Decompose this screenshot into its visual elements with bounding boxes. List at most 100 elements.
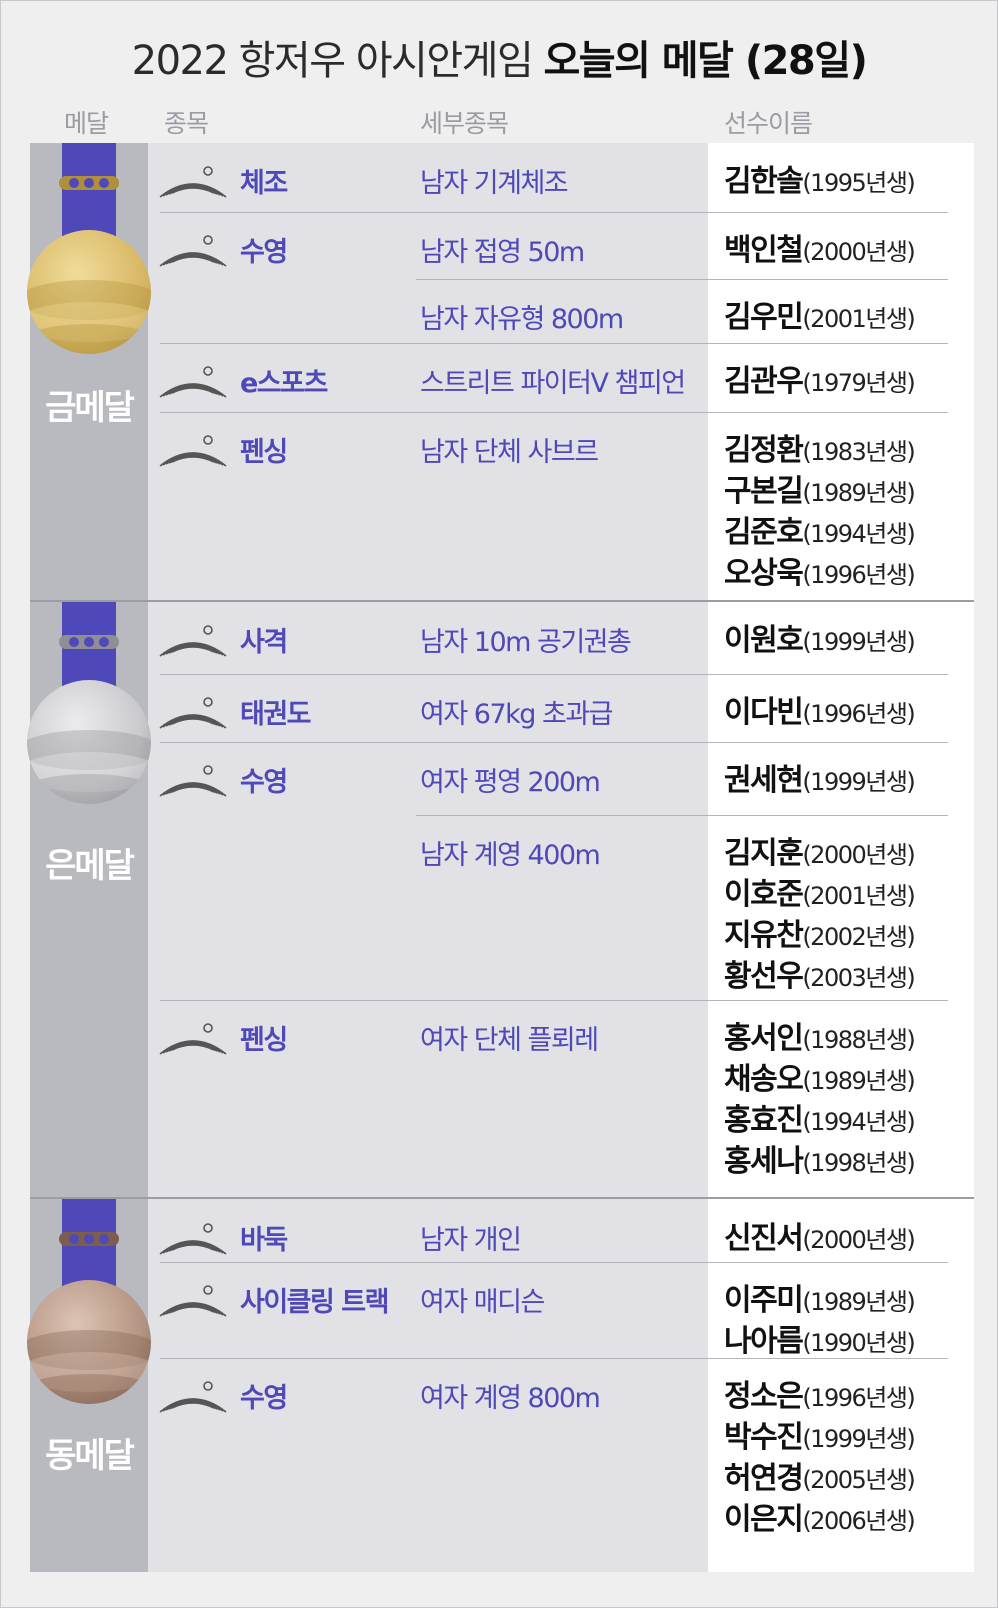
athlete-entry: 지유찬(2002년생) [724,910,916,954]
row-divider [160,674,948,675]
header-sport: 종목 [164,109,209,138]
athlete-entry: 정소은(1996년생) [724,1371,916,1415]
sport-label: 수영 [240,237,288,268]
medal-label-bronze: 동메달 [45,1436,135,1476]
athlete-birth-year: (2005년생) [802,1466,915,1494]
header-medal: 메달 [64,109,109,138]
sport-label: 사이클링 트랙 [240,1287,389,1318]
athlete-birth-year: (1979년생) [802,369,915,397]
event-label: 남자 접영 50m [420,237,585,268]
event-label: 여자 계영 800m [420,1383,601,1414]
athlete-birth-year: (1994년생) [802,520,915,548]
sport-label: 펜싱 [240,1025,288,1056]
event-label: 남자 기계체조 [420,168,569,199]
row-divider [160,212,948,213]
event-label: 여자 매디슨 [420,1287,545,1318]
separator-gold-silver [30,600,974,602]
row-divider [160,1262,948,1263]
swimming-icon [159,235,227,267]
esports-icon [159,366,227,398]
athlete-birth-year: (2001년생) [802,882,915,910]
athlete-entry: 채송오(1989년생) [724,1054,916,1098]
athlete-birth-year: (1999년생) [802,1425,915,1453]
athlete-name: 김정환 [724,433,804,468]
athlete-entry: 김우민(2001년생) [724,292,916,336]
clasp-silver [59,635,119,649]
athlete-entry: 박수진(1999년생) [724,1412,916,1456]
athlete-name: 채송오 [724,1062,804,1097]
athlete-name: 이호준 [724,877,804,912]
page-title: 2022 항저우 아시안게임 오늘의 메달 (28일) [0,28,998,86]
athlete-name: 홍세나 [724,1144,804,1179]
athlete-birth-year: (1988년생) [802,1026,915,1054]
cycling-icon [159,1285,227,1317]
medal-wave [27,1374,151,1404]
medal-wave [27,324,151,354]
event-label: 여자 67kg 초과급 [420,699,614,730]
sport-label: 펜싱 [240,437,288,468]
sport-label: 바둑 [240,1225,288,1256]
athlete-birth-year: (2000년생) [802,1226,915,1254]
header-event: 세부종목 [420,109,509,138]
athlete-name: 김한솔 [724,164,804,199]
athlete-name: 허연경 [724,1461,804,1496]
sport-label: 체조 [240,168,288,199]
swimming-icon [159,1381,227,1413]
athlete-birth-year: (1994년생) [802,1108,915,1136]
gymnastics-icon [159,166,227,198]
athlete-birth-year: (1983년생) [802,438,915,466]
separator-silver-bronze [30,1197,974,1199]
athlete-birth-year: (2002년생) [802,923,915,951]
athlete-entry: 나아름(1990년생) [724,1316,916,1360]
athlete-entry: 신진서(2000년생) [724,1213,916,1257]
athlete-entry: 이주미(1989년생) [724,1275,916,1319]
athlete-birth-year: (2006년생) [802,1507,915,1535]
athlete-entry: 백인철(2000년생) [724,225,916,269]
athlete-entry: 허연경(2005년생) [724,1453,916,1497]
athlete-name: 지유찬 [724,918,804,953]
event-label: 스트리트 파이터V 챔피언 [420,368,686,399]
athlete-entry: 구본길(1989년생) [724,466,916,510]
medal-label-gold: 금메달 [45,388,135,428]
athlete-entry: 권세현(1999년생) [724,755,916,799]
athlete-name: 황선우 [724,959,804,994]
athlete-entry: 홍세나(1998년생) [724,1136,916,1180]
athlete-birth-year: (1990년생) [802,1329,915,1357]
athlete-entry: 김관우(1979년생) [724,356,916,400]
athlete-name: 신진서 [724,1221,804,1256]
event-label: 남자 자유형 800m [420,304,624,335]
athlete-entry: 황선우(2003년생) [724,951,916,995]
row-divider [416,279,948,280]
athlete-entry: 홍효진(1994년생) [724,1095,916,1139]
athlete-birth-year: (2000년생) [802,841,915,869]
athlete-name: 김우민 [724,300,804,335]
athlete-birth-year: (1998년생) [802,1149,915,1177]
athlete-name: 오상욱 [724,556,804,591]
athlete-entry: 이호준(2001년생) [724,869,916,913]
athlete-name: 백인철 [724,233,804,268]
athlete-name: 구본길 [724,474,804,509]
swimming-icon [159,765,227,797]
baduk-icon [159,1223,227,1255]
athlete-birth-year: (1996년생) [802,1384,915,1412]
title-light: 2022 항저우 아시안게임 [131,38,544,84]
athlete-entry: 오상욱(1996년생) [724,548,916,592]
sport-label: e스포츠 [240,368,328,399]
athlete-birth-year: (2001년생) [802,305,915,333]
athlete-name: 홍효진 [724,1103,804,1138]
sport-label: 태권도 [240,699,312,730]
athlete-entry: 김준호(1994년생) [724,507,916,551]
title-bold: 오늘의 메달 (28일) [543,38,867,84]
row-divider [416,815,948,816]
athlete-birth-year: (1995년생) [802,169,915,197]
athlete-name: 김준호 [724,515,804,550]
taekwondo-icon [159,697,227,729]
athlete-entry: 이다빈(1996년생) [724,687,916,731]
fencing-icon [159,1023,227,1055]
athlete-name: 홍서인 [724,1021,804,1056]
athlete-birth-year: (1989년생) [802,1067,915,1095]
athlete-birth-year: (1999년생) [802,768,915,796]
event-label: 남자 단체 사브르 [420,437,599,468]
event-label: 여자 단체 플뢰레 [420,1025,599,1056]
medal-disk-bronze [27,1280,151,1404]
